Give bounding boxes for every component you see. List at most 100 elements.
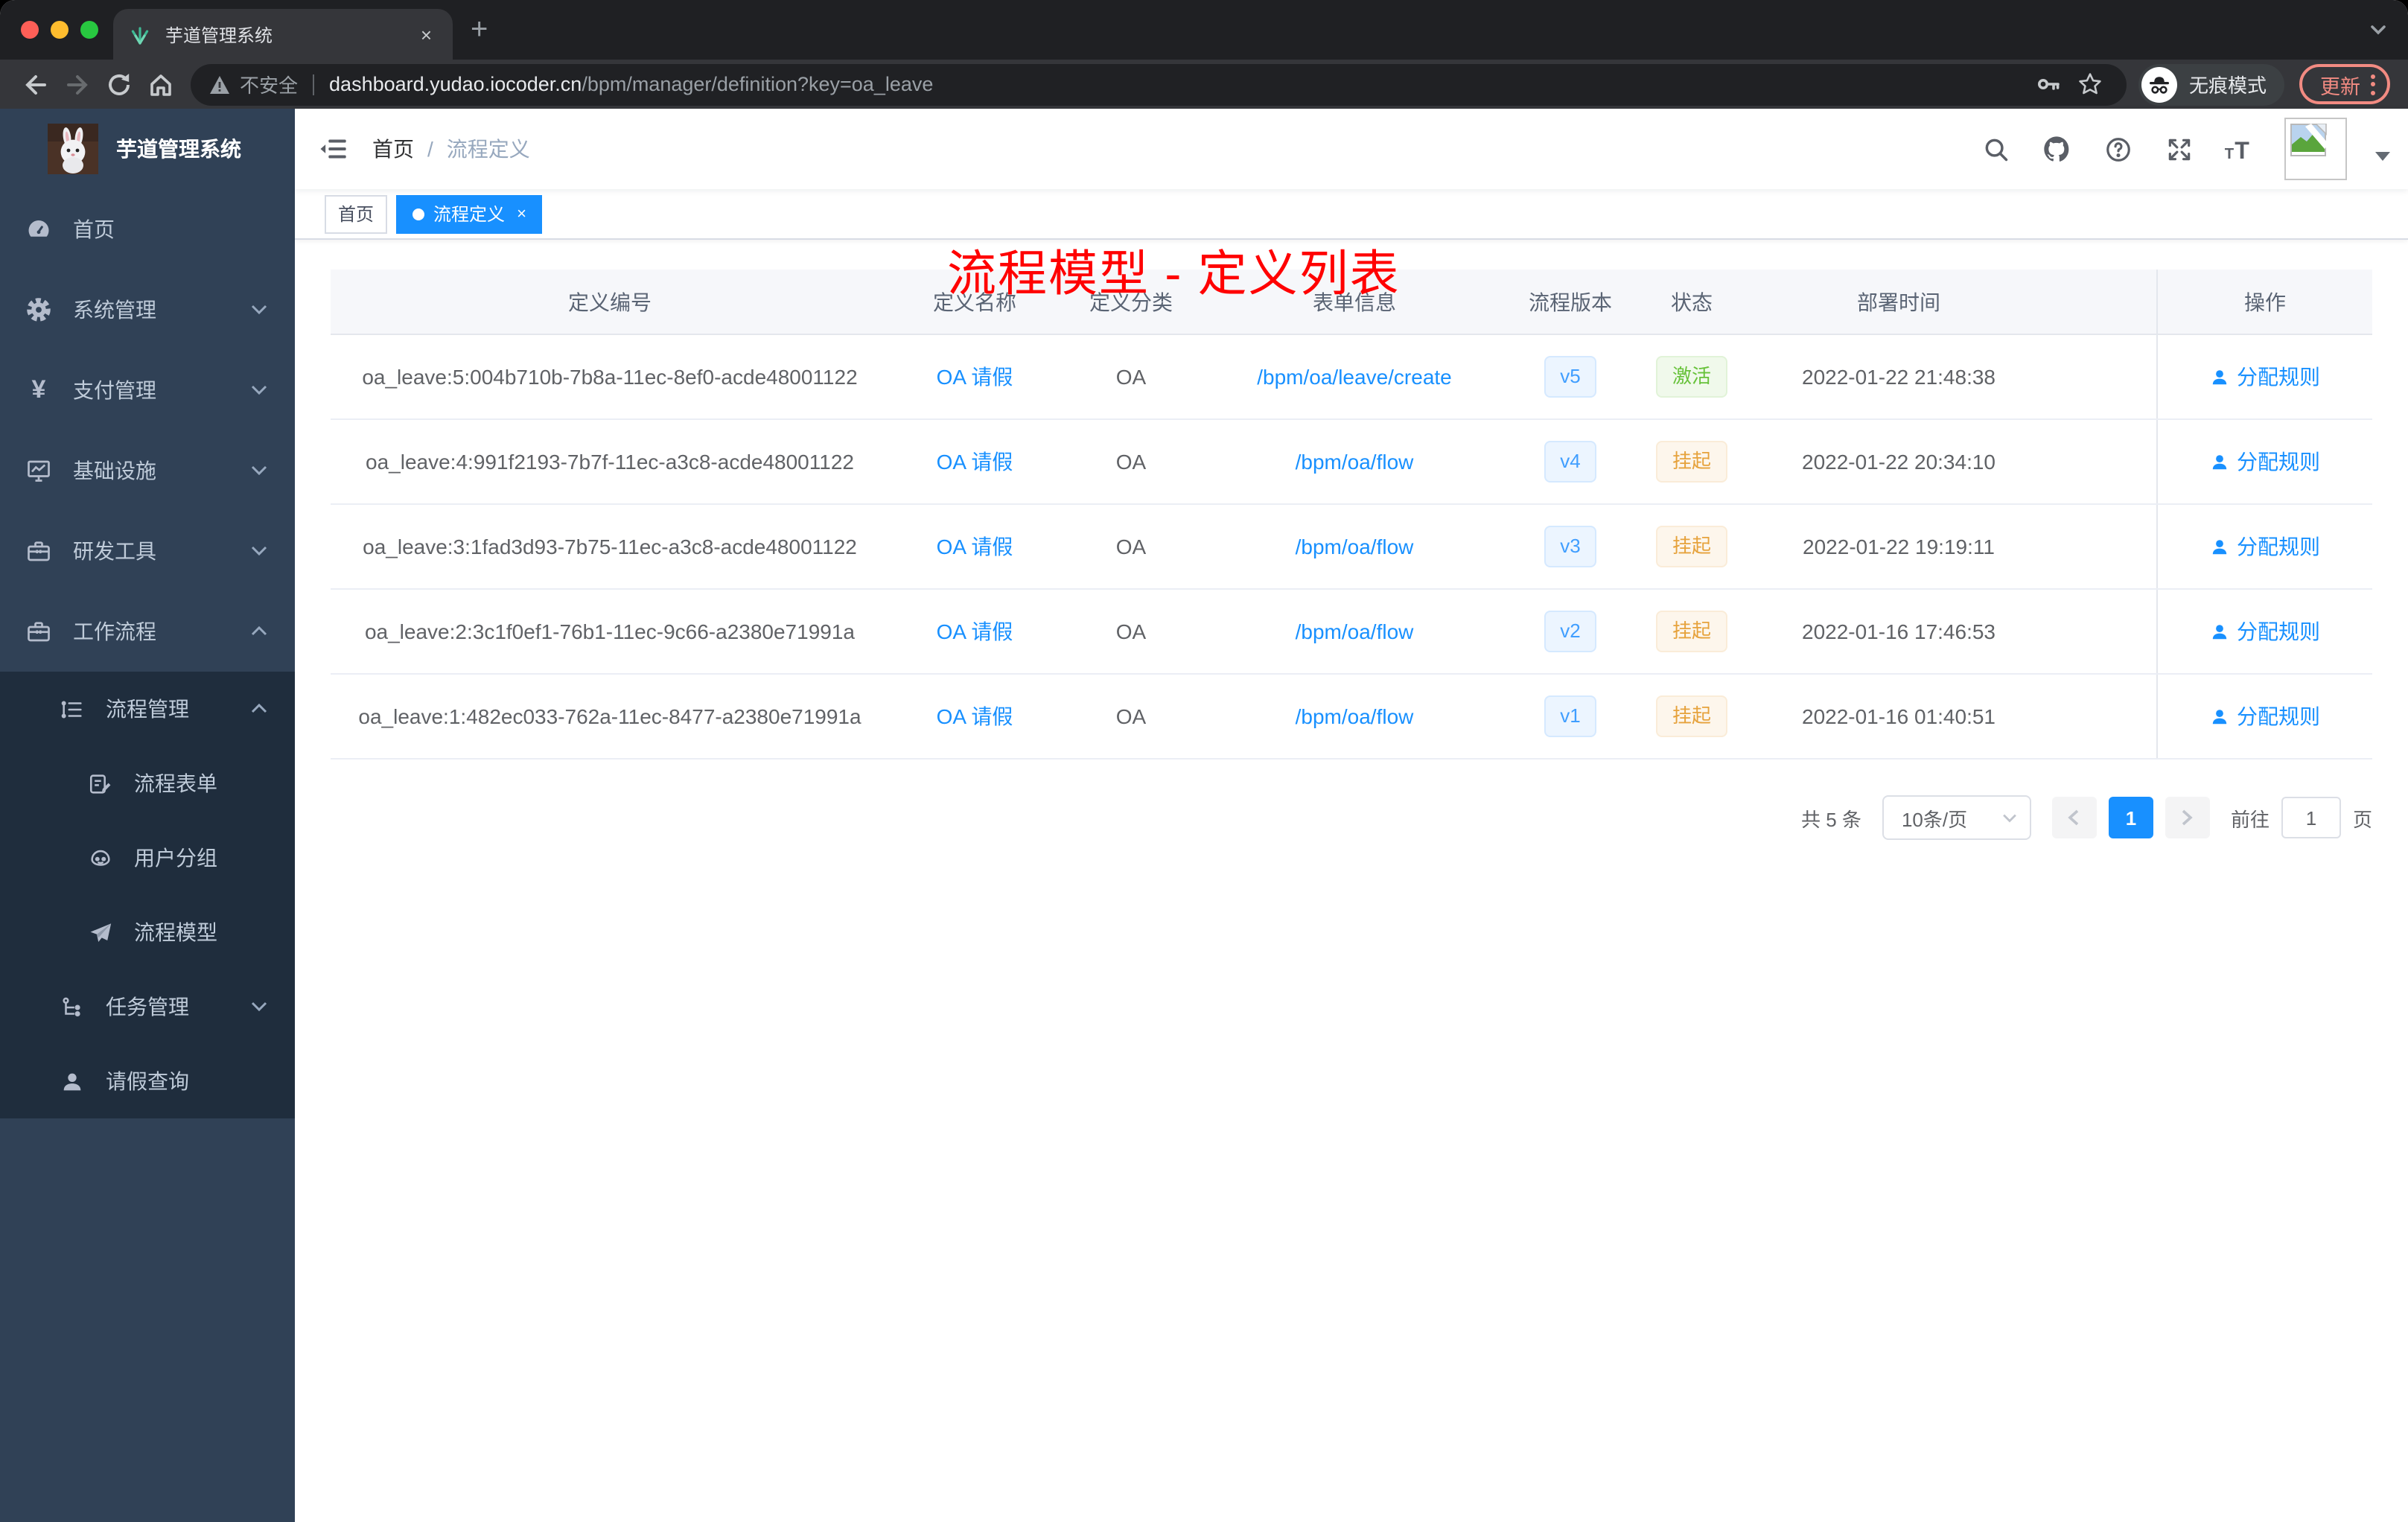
chevron-up-icon bbox=[251, 625, 267, 636]
font-size-icon[interactable]: TT bbox=[2223, 133, 2256, 165]
next-page-button[interactable] bbox=[2165, 797, 2210, 838]
assign-rule-link[interactable]: 分配规则 bbox=[2210, 701, 2320, 731]
url-bar[interactable]: 不安全 dashboard.yudao.iocoder.cn/bpm/manag… bbox=[191, 63, 2127, 105]
form-link[interactable]: /bpm/oa/flow bbox=[1296, 620, 1414, 643]
window-controls[interactable] bbox=[21, 21, 98, 39]
table-row: oa_leave:4:991f2193-7b7f-11ec-a3c8-acde4… bbox=[331, 420, 2372, 505]
page-size-select[interactable]: 10条/页 bbox=[1882, 795, 2031, 840]
assign-rule-link[interactable]: 分配规则 bbox=[2210, 617, 2320, 646]
sidebar-item-label: 流程模型 bbox=[134, 920, 217, 944]
url-text[interactable]: dashboard.yudao.iocoder.cn/bpm/manager/d… bbox=[329, 73, 2028, 95]
tag-label: 流程定义 bbox=[433, 204, 506, 225]
svg-text:T: T bbox=[2225, 145, 2235, 162]
maximize-window-button[interactable] bbox=[80, 21, 98, 39]
sidebar-item-user-group[interactable]: 用户分组 bbox=[0, 821, 295, 895]
sidebar-item-payment[interactable]: ¥ 支付管理 bbox=[0, 350, 295, 430]
sidebar-item-task-management[interactable]: 任务管理 bbox=[0, 969, 295, 1044]
update-button[interactable]: 更新 bbox=[2299, 64, 2390, 104]
version-badge: v4 bbox=[1544, 441, 1597, 483]
sidebar-item-leave-query[interactable]: 请假查询 bbox=[0, 1044, 295, 1118]
tag-home[interactable]: 首页 bbox=[325, 194, 388, 233]
red-annotation: 流程模型 - 定义列表 bbox=[947, 246, 1401, 301]
assign-rule-link[interactable]: 分配规则 bbox=[2210, 447, 2320, 477]
goto-label: 前往 bbox=[2230, 808, 2270, 830]
forward-icon[interactable] bbox=[57, 63, 98, 105]
table-row: oa_leave:3:1fad3d93-7b75-11ec-a3c8-acde4… bbox=[331, 505, 2372, 590]
deploy-time: 2022-01-16 01:40:51 bbox=[1802, 704, 1995, 728]
sidebar-item-process-model[interactable]: 流程模型 bbox=[0, 895, 295, 969]
sidebar-item-infrastructure[interactable]: 基础设施 bbox=[0, 430, 295, 511]
sidebar-item-system[interactable]: 系统管理 bbox=[0, 270, 295, 350]
breadcrumb-current: 流程定义 bbox=[446, 137, 530, 161]
form-link[interactable]: /bpm/oa/leave/create bbox=[1257, 365, 1452, 389]
gear-icon bbox=[25, 296, 52, 323]
tab-search-chevron-icon[interactable] bbox=[2369, 24, 2387, 36]
current-page-button[interactable]: 1 bbox=[2108, 797, 2153, 838]
assign-rule-label: 分配规则 bbox=[2237, 535, 2320, 558]
form-link[interactable]: /bpm/oa/flow bbox=[1296, 535, 1414, 558]
form-link[interactable]: /bpm/oa/flow bbox=[1296, 704, 1414, 728]
sidebar-logo[interactable]: 芋道管理系统 bbox=[0, 109, 295, 189]
sidebar-item-label: 研发工具 bbox=[73, 539, 156, 563]
form-link[interactable]: /bpm/oa/flow bbox=[1296, 450, 1414, 474]
browser-tab[interactable]: 芋道管理系统 × bbox=[113, 9, 453, 60]
incognito-badge: 无痕模式 bbox=[2138, 63, 2284, 105]
form-edit-icon bbox=[86, 770, 113, 797]
screenshot-stage: 芋道管理系统 × + 不安全 dashboard.yudao.iocoder.c… bbox=[0, 0, 2408, 1522]
update-button-label: 更新 bbox=[2320, 75, 2360, 98]
person-icon bbox=[2212, 454, 2227, 469]
goto-page-input[interactable]: 1 bbox=[2281, 797, 2341, 838]
definition-name-link[interactable]: OA 请假 bbox=[937, 532, 1013, 561]
close-window-button[interactable] bbox=[21, 21, 39, 39]
back-icon[interactable] bbox=[15, 63, 57, 105]
not-secure-warning-icon[interactable] bbox=[208, 74, 231, 95]
definition-name-link[interactable]: OA 请假 bbox=[937, 617, 1013, 646]
github-icon[interactable] bbox=[2040, 133, 2073, 165]
sidebar-item-dev-tools[interactable]: 研发工具 bbox=[0, 511, 295, 591]
url-separator bbox=[313, 74, 315, 95]
navbar-actions: TT bbox=[1979, 118, 2408, 180]
fullscreen-icon[interactable] bbox=[2162, 133, 2195, 165]
bookmark-star-icon[interactable] bbox=[2070, 63, 2112, 105]
flow-tree-icon bbox=[58, 993, 85, 1020]
page-content: 定义编号 定义名称 定义分类 表单信息 流程版本 状态 部署时间 操作 oa_l… bbox=[295, 240, 2408, 1522]
avatar-dropdown-caret-icon[interactable] bbox=[2375, 151, 2390, 168]
new-tab-button[interactable]: + bbox=[471, 15, 488, 45]
search-icon[interactable] bbox=[1979, 133, 2012, 165]
sidebar-item-process-form[interactable]: 流程表单 bbox=[0, 746, 295, 821]
sidebar-item-workflow[interactable]: 工作流程 bbox=[0, 591, 295, 672]
sidebar-item-home[interactable]: 首页 bbox=[0, 189, 295, 270]
tab-close-icon[interactable]: × bbox=[415, 23, 438, 45]
definition-id: oa_leave:4:991f2193-7b7f-11ec-a3c8-acde4… bbox=[366, 450, 854, 474]
sidebar-item-process-management[interactable]: 流程管理 bbox=[0, 672, 295, 746]
tag-process-definition[interactable]: 流程定义 × bbox=[396, 194, 543, 233]
definition-id: oa_leave:2:3c1f0ef1-76b1-11ec-9c66-a2380… bbox=[364, 620, 855, 643]
prev-page-button[interactable] bbox=[2051, 797, 2097, 838]
version-badge: v1 bbox=[1544, 695, 1597, 737]
definition-name-link[interactable]: OA 请假 bbox=[937, 701, 1013, 731]
assign-rule-link[interactable]: 分配规则 bbox=[2210, 532, 2320, 561]
sidebar-fold-icon[interactable] bbox=[295, 109, 372, 189]
user-group-icon bbox=[86, 844, 113, 871]
toolbox-icon bbox=[25, 618, 52, 645]
chevron-down-icon bbox=[251, 305, 267, 315]
person-icon bbox=[2212, 624, 2227, 639]
breadcrumb-home-link[interactable]: 首页 bbox=[372, 134, 414, 164]
table-row: oa_leave:1:482ec033-762a-11ec-8477-a2380… bbox=[331, 675, 2372, 760]
definition-name-link[interactable]: OA 请假 bbox=[937, 447, 1013, 477]
logo-avatar bbox=[48, 124, 98, 174]
avatar[interactable] bbox=[2284, 118, 2347, 180]
tag-close-icon[interactable]: × bbox=[517, 205, 526, 223]
help-icon[interactable] bbox=[2101, 133, 2134, 165]
reload-icon[interactable] bbox=[98, 63, 140, 105]
assign-rule-link[interactable]: 分配规则 bbox=[2210, 362, 2320, 392]
browser-window: 芋道管理系统 × + 不安全 dashboard.yudao.iocoder.c… bbox=[0, 0, 2408, 1522]
home-icon[interactable] bbox=[140, 63, 182, 105]
definition-name-link[interactable]: OA 请假 bbox=[937, 362, 1013, 392]
browser-menu-dots-icon[interactable] bbox=[2371, 74, 2375, 95]
version-badge: v2 bbox=[1544, 611, 1597, 652]
chevron-down-icon bbox=[251, 465, 267, 476]
minimize-window-button[interactable] bbox=[51, 21, 69, 39]
version-badge: v3 bbox=[1544, 526, 1597, 567]
password-key-icon[interactable] bbox=[2028, 63, 2070, 105]
